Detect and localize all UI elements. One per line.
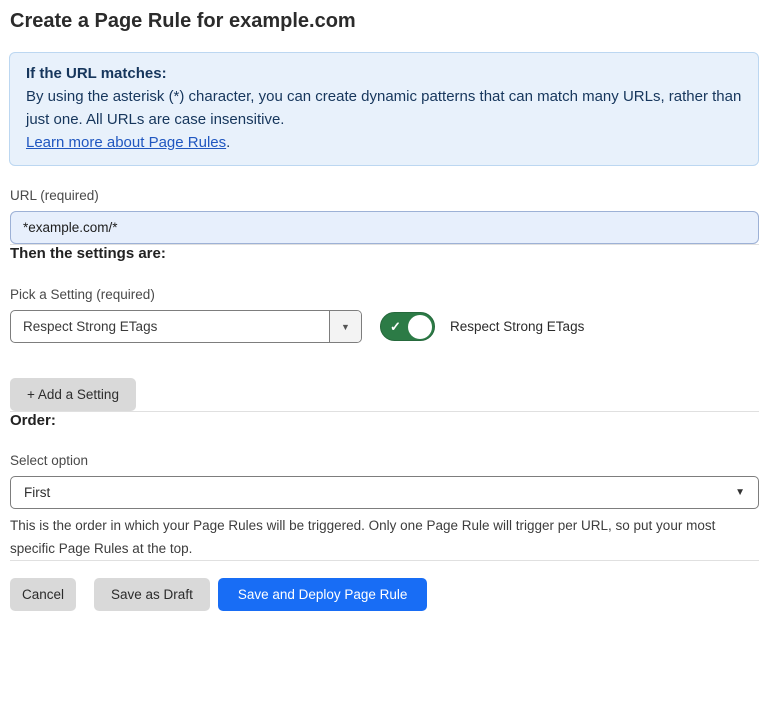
add-setting-button[interactable]: + Add a Setting [10, 378, 136, 411]
setting-select-value: Respect Strong ETags [11, 319, 329, 334]
url-match-info-box: If the URL matches: By using the asteris… [9, 52, 759, 166]
setting-toggle[interactable]: ✓ [380, 312, 435, 341]
toggle-knob [408, 315, 432, 339]
info-box-body: By using the asterisk (*) character, you… [26, 85, 742, 131]
link-suffix: . [226, 134, 230, 151]
footer-actions: Cancel Save as Draft Save and Deploy Pag… [10, 578, 759, 611]
setting-toggle-label: Respect Strong ETags [450, 319, 584, 334]
save-as-draft-button[interactable]: Save as Draft [94, 578, 210, 611]
order-select-label: Select option [10, 453, 759, 468]
check-icon: ✓ [390, 320, 401, 333]
url-input[interactable] [10, 211, 759, 244]
url-field-label: URL (required) [10, 188, 759, 203]
settings-section-heading: Then the settings are: [10, 245, 759, 262]
order-help-text: This is the order in which your Page Rul… [10, 514, 758, 560]
divider [10, 560, 759, 561]
order-select[interactable]: First ▼ [10, 476, 759, 509]
setting-select-arrow-button[interactable]: ▼ [329, 311, 361, 342]
learn-more-link[interactable]: Learn more about Page Rules [26, 134, 226, 151]
setting-select[interactable]: Respect Strong ETags ▼ [10, 310, 362, 343]
setting-picker-label: Pick a Setting (required) [10, 287, 759, 302]
chevron-down-icon: ▼ [341, 322, 350, 332]
save-and-deploy-button[interactable]: Save and Deploy Page Rule [218, 578, 428, 611]
info-box-heading: If the URL matches: [26, 62, 742, 85]
setting-row: Respect Strong ETags ▼ ✓ Respect Strong … [10, 310, 759, 343]
page-title: Create a Page Rule for example.com [10, 9, 759, 33]
order-select-value: First [24, 485, 50, 500]
chevron-down-icon: ▼ [735, 487, 745, 498]
cancel-button[interactable]: Cancel [10, 578, 76, 611]
order-section-heading: Order: [10, 412, 759, 429]
page-container: Create a Page Rule for example.com If th… [0, 9, 769, 611]
info-box-link-line: Learn more about Page Rules. [26, 131, 742, 154]
